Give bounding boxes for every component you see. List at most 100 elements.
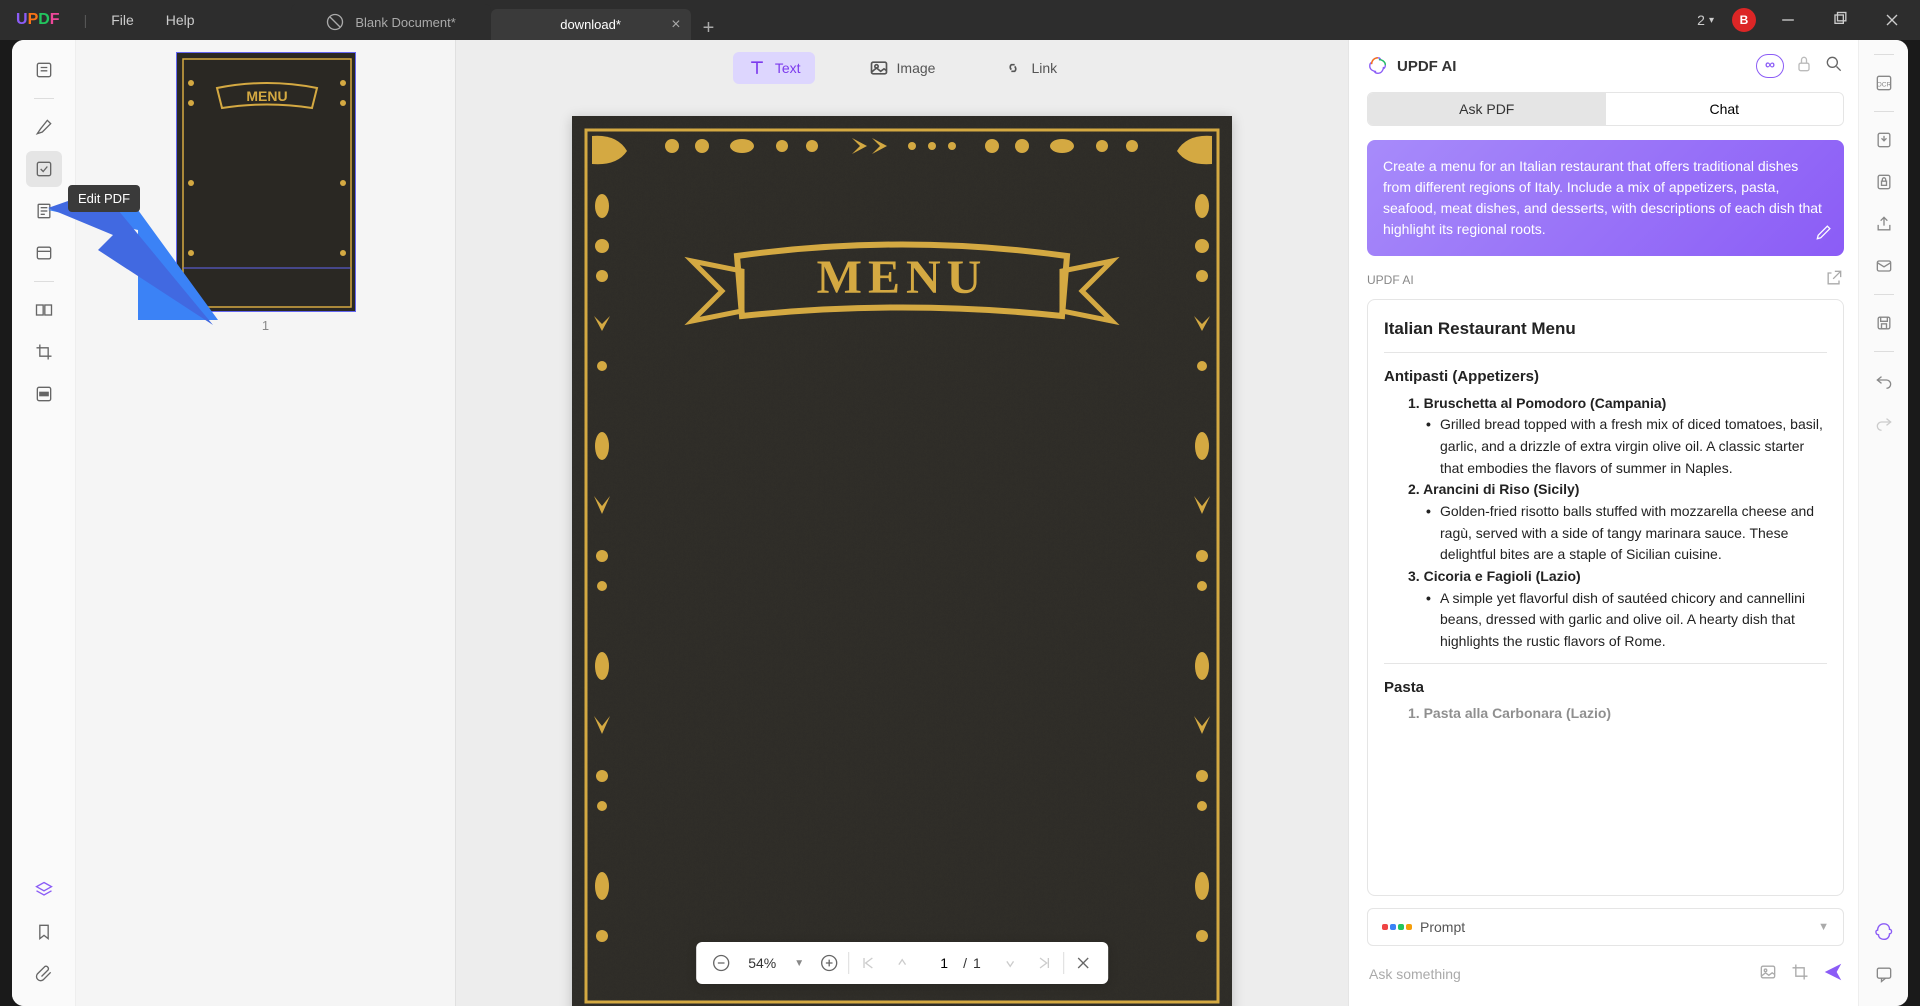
ai-panel-header: UPDF AI ∞ — [1367, 54, 1844, 78]
compress-tool[interactable] — [1866, 122, 1902, 158]
tab-label: download* — [560, 17, 621, 32]
pdf-page[interactable]: MENU — [572, 116, 1232, 1006]
protect-tool[interactable] — [1866, 164, 1902, 200]
reader-tool[interactable] — [26, 52, 62, 88]
image-tool[interactable]: Image — [855, 52, 950, 84]
close-window-button[interactable] — [1872, 4, 1912, 36]
zoom-out-button[interactable] — [706, 948, 736, 978]
form-tool[interactable] — [26, 235, 62, 271]
comment-tool[interactable] — [26, 109, 62, 145]
svg-text:OCR: OCR — [1876, 81, 1891, 88]
zoom-dropdown[interactable]: ▼ — [788, 958, 810, 969]
prompt-selector[interactable]: Prompt ▼ — [1367, 908, 1844, 946]
prompt-dots-icon — [1382, 924, 1412, 930]
right-rail: OCR — [1858, 40, 1908, 1006]
share-tool[interactable] — [1866, 206, 1902, 242]
user-prompt-bubble: Create a menu for an Italian restaurant … — [1367, 140, 1844, 256]
menu-help[interactable]: Help — [150, 12, 211, 28]
page-input[interactable] — [931, 955, 957, 971]
separator: | — [84, 12, 88, 28]
zoom-level: 54% — [740, 955, 784, 971]
app-logo: UPDF — [0, 11, 76, 29]
crop-attach-icon[interactable] — [1790, 962, 1810, 987]
open-external-icon[interactable] — [1824, 268, 1844, 291]
lock-icon[interactable] — [1794, 54, 1814, 78]
ai-assistant-button[interactable] — [1866, 914, 1902, 950]
tab-download[interactable]: download* × — [491, 9, 691, 40]
maximize-button[interactable] — [1820, 4, 1860, 36]
chevron-down-icon: ▼ — [1818, 921, 1829, 933]
edit-prompt-button[interactable] — [1814, 222, 1834, 248]
edit-pdf-tooltip: Edit PDF — [68, 185, 140, 212]
rail-separator — [34, 98, 54, 99]
document-tabs: Blank Document* download* × + — [291, 0, 727, 40]
page-tool[interactable] — [26, 193, 62, 229]
main-area: Edit PDF MENU 1 — [12, 40, 1908, 1006]
image-attach-icon[interactable] — [1758, 962, 1778, 987]
thumbnail-page-number: 1 — [176, 318, 356, 333]
left-rail: Edit PDF — [12, 40, 76, 1006]
window-count[interactable]: 2 ▾ — [1691, 12, 1720, 28]
canvas-viewport[interactable]: MENU — [456, 96, 1348, 1006]
email-tool[interactable] — [1866, 248, 1902, 284]
zoom-in-button[interactable] — [814, 948, 844, 978]
organize-tool[interactable] — [26, 292, 62, 328]
ask-input-row — [1367, 956, 1844, 992]
rail-separator — [1874, 294, 1894, 295]
tab-close-button[interactable]: × — [671, 16, 680, 34]
separator — [1063, 952, 1064, 974]
prev-page-button[interactable] — [887, 948, 917, 978]
blank-doc-icon — [325, 12, 345, 32]
ask-input[interactable] — [1367, 956, 1748, 992]
total-pages: 1 — [973, 955, 981, 971]
attachment-tool[interactable] — [26, 956, 62, 992]
tab-add-button[interactable]: + — [691, 17, 727, 40]
text-tool[interactable]: Text — [733, 52, 815, 84]
infinity-badge[interactable]: ∞ — [1756, 54, 1784, 78]
titlebar-right: 2 ▾ B — [1691, 4, 1920, 36]
send-button[interactable] — [1822, 961, 1844, 988]
ai-panel: UPDF AI ∞ Ask PDF Chat Create a menu for… — [1348, 40, 1858, 1006]
layers-tool[interactable] — [26, 872, 62, 908]
response-section: Antipasti (Appetizers) 1. Bruschetta al … — [1384, 365, 1827, 653]
page-controls: 54% ▼ / 1 — [696, 942, 1108, 984]
tab-label: Blank Document* — [355, 15, 455, 30]
svg-text:MENU: MENU — [246, 88, 287, 104]
minimize-button[interactable] — [1768, 4, 1808, 36]
menu-file[interactable]: File — [95, 12, 150, 28]
ocr-tool[interactable]: OCR — [1866, 65, 1902, 101]
link-tool[interactable]: Link — [989, 52, 1071, 84]
canvas-area: Text Image Link — [456, 40, 1348, 1006]
comment-panel-button[interactable] — [1866, 956, 1902, 992]
ask-pdf-tab[interactable]: Ask PDF — [1368, 93, 1606, 125]
edit-toolbar: Text Image Link — [456, 40, 1348, 96]
text-icon — [747, 58, 767, 78]
undo-button[interactable] — [1866, 362, 1902, 398]
next-page-button[interactable] — [995, 948, 1025, 978]
bookmark-tool[interactable] — [26, 914, 62, 950]
ai-source-label: UPDF AI — [1367, 268, 1844, 291]
response-title: Italian Restaurant Menu — [1384, 316, 1827, 342]
save-tool[interactable] — [1866, 305, 1902, 341]
redact-tool[interactable] — [26, 376, 62, 412]
updf-ai-logo-icon — [1367, 55, 1389, 77]
user-avatar[interactable]: B — [1732, 8, 1756, 32]
last-page-button[interactable] — [1029, 948, 1059, 978]
search-icon[interactable] — [1824, 54, 1844, 78]
page-indicator: / 1 — [921, 955, 991, 971]
rail-separator — [1874, 54, 1894, 55]
crop-tool[interactable] — [26, 334, 62, 370]
tab-blank-document[interactable]: Blank Document* — [291, 4, 491, 40]
titlebar: UPDF | File Help Blank Document* downloa… — [0, 0, 1920, 40]
first-page-button[interactable] — [853, 948, 883, 978]
menu-banner-text: MENU — [817, 251, 988, 304]
response-section: Pasta 1. Pasta alla Carbonara (Lazio) — [1384, 676, 1827, 725]
redo-button[interactable] — [1866, 404, 1902, 440]
ai-tabs: Ask PDF Chat — [1367, 92, 1844, 126]
chat-tab[interactable]: Chat — [1606, 93, 1844, 125]
ai-response-box[interactable]: Italian Restaurant Menu Antipasti (Appet… — [1367, 299, 1844, 896]
edit-pdf-tool[interactable] — [26, 151, 62, 187]
close-controls-button[interactable] — [1068, 948, 1098, 978]
rail-separator — [1874, 111, 1894, 112]
page-thumbnail[interactable]: MENU 1 — [176, 52, 356, 333]
